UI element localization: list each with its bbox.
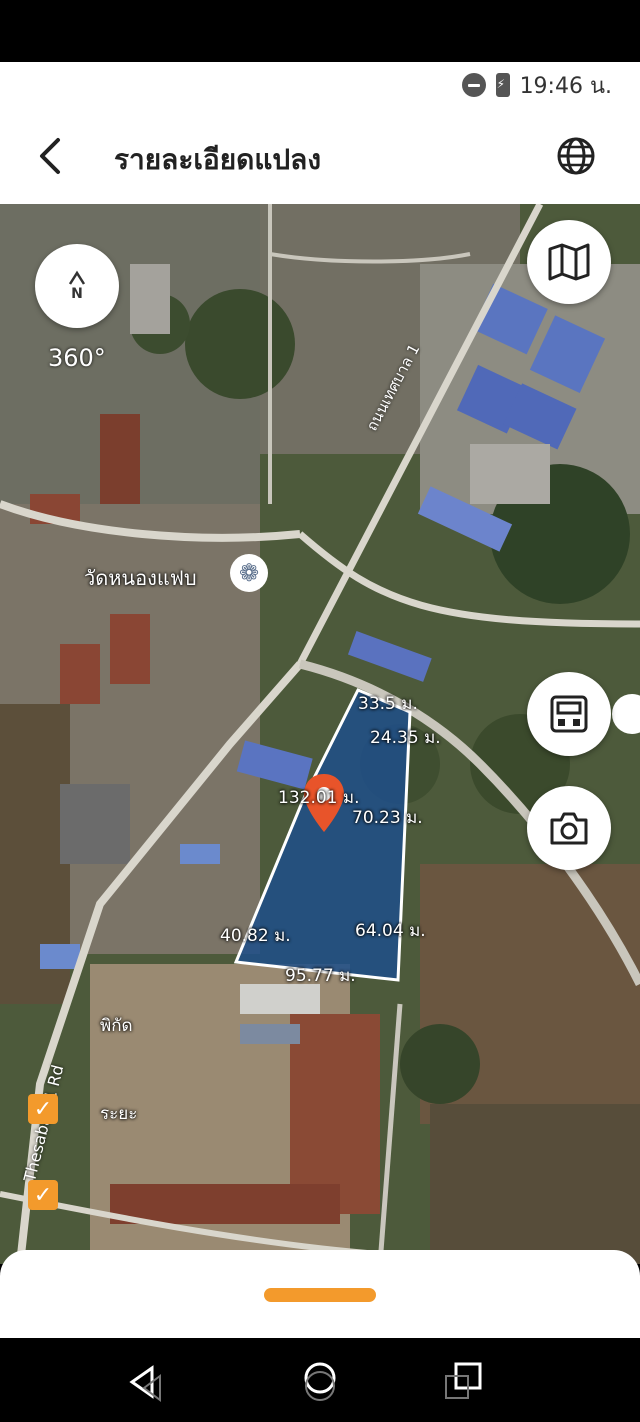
battery-charging-icon [495,73,510,97]
temple-icon[interactable]: ❁ [230,554,268,592]
checkbox-checked-icon[interactable]: ✓ [28,1094,58,1124]
measurement-label: 64.04 ม. [355,921,426,941]
recents-icon[interactable] [440,1358,486,1404]
partial-label: พิกัด [100,1016,133,1036]
box-icon [550,695,588,733]
measurement-label: 70.23 ม. [352,808,423,828]
status-time: 19:46 น. [519,73,612,99]
partial-label: ระยะ [100,1104,138,1124]
app-header: รายละเอียดแปลง [0,108,640,204]
globe-icon[interactable] [554,134,598,178]
measurement-label: 132.01 ม. [278,788,360,808]
measurement-label: 95.77 ม. [285,966,356,986]
measurement-label: 33.5 ม. [358,694,418,714]
camera-button[interactable] [527,786,611,870]
compass-label: N [71,286,83,302]
place-label: วัดหนองแฟบ [84,566,197,590]
checkbox-checked-icon[interactable]: ✓ [28,1180,58,1210]
measurement-label: 24.35 ม. [370,728,441,748]
sheet-drag-handle[interactable] [264,1288,376,1302]
north-arrow-icon [68,270,86,285]
chevron-left-icon[interactable] [30,134,74,178]
page-title: รายละเอียดแปลง [114,143,321,176]
compass-button[interactable]: N [35,244,119,328]
do-not-disturb-icon [461,73,486,97]
rotation-label: 360° [48,344,106,372]
measurement-label: 40.82 ม. [220,926,291,946]
camera-icon [550,812,588,845]
map-layers-button[interactable] [527,220,611,304]
map-icon [548,243,590,281]
back-icon[interactable] [120,1358,166,1404]
parcel-info-button[interactable] [527,672,611,756]
satellite-map[interactable]: 33.5 ม. 24.35 ม. 70.23 ม. 64.04 ม. 40.82… [0,204,640,1264]
system-navigation-bar [0,1338,640,1422]
home-icon[interactable] [297,1358,343,1404]
status-bar: 19:46 น. [0,62,640,108]
top-black-bar [0,0,640,62]
bottom-sheet[interactable] [0,1250,640,1338]
